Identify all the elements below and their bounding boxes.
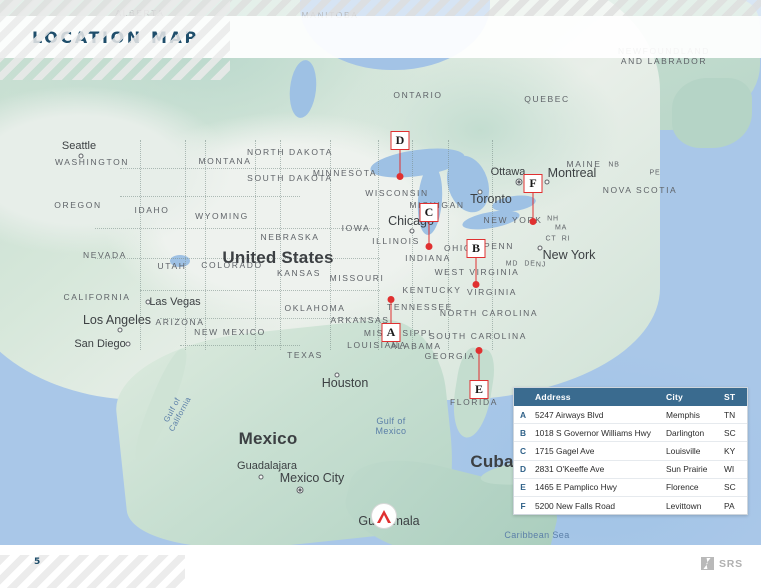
table-cell-city: Memphis <box>663 406 721 425</box>
marker-label-b: B <box>466 239 486 258</box>
state-border-v-0 <box>140 140 141 350</box>
table-cell-city: Levittown <box>666 500 702 511</box>
column-header-address: Address <box>532 388 663 406</box>
great-salt-lake <box>170 255 190 267</box>
table-cell-key: B <box>514 423 532 443</box>
state-border-v-9 <box>492 140 493 350</box>
state-border-v-7 <box>412 140 413 350</box>
city-dot-0 <box>78 153 84 159</box>
marker-stem-b <box>475 258 477 282</box>
city-dot-3 <box>125 341 131 347</box>
table-cell-st: PA <box>724 500 735 511</box>
map-marker-f[interactable]: F <box>523 174 543 225</box>
marker-dot-a <box>387 296 395 303</box>
address-table[interactable]: Address City ST A 5247 Airways Blvd Memphi… <box>513 387 748 516</box>
city-dot-9 <box>537 245 543 251</box>
map-marker-e[interactable]: E <box>469 347 489 399</box>
state-border-h-4 <box>140 290 380 291</box>
table-cell-address: 2831 O'Keeffe Ave <box>532 460 663 479</box>
marker-dot-c <box>425 243 433 250</box>
marker-label-e: E <box>469 380 489 399</box>
marker-stem-a <box>390 303 392 323</box>
page-title: LOCATION MAP <box>32 27 199 47</box>
page-footer: 5 SRS <box>0 545 761 588</box>
city-dot-1 <box>145 299 151 305</box>
city-dot-7 <box>515 178 523 186</box>
city-dot-5 <box>409 228 415 234</box>
marker-label-d: D <box>390 131 410 150</box>
table-cell-key: D <box>514 460 532 479</box>
table-row[interactable]: C 1715 Gagel Ave Louisville KY <box>514 441 747 461</box>
table-cell-city: Darlington <box>663 423 721 443</box>
table-row[interactable]: A 5247 Airways Blvd Memphis TN <box>514 406 747 425</box>
map-marker-c[interactable]: C <box>419 203 439 250</box>
marker-dot-d <box>396 173 404 180</box>
table-cell-st: SC <box>721 423 747 443</box>
city-dot-11 <box>296 486 304 494</box>
marker-label-a: A <box>381 323 401 342</box>
marker-dot-f <box>529 218 537 225</box>
table-cell-city: Florence <box>663 478 721 497</box>
table-cell-address: 5200 New Falls Road <box>535 500 616 511</box>
table-cell-st: KY <box>721 441 747 461</box>
map-marker-d[interactable]: D <box>390 131 410 180</box>
srs-logo: SRS <box>701 557 743 570</box>
table-row[interactable]: E 1465 E Pamplico Hwy Florence SC <box>514 478 747 497</box>
page-number: 5 <box>34 557 41 567</box>
table-cell-address: 1465 E Pamplico Hwy <box>532 478 663 497</box>
table-row[interactable]: B 1018 S Governor Williams Hwy Darlington S… <box>514 423 747 443</box>
triangle-glyph <box>377 509 391 523</box>
red-triangle-pin-icon[interactable] <box>371 503 397 529</box>
table-cell-key: C <box>514 441 532 461</box>
table-cell-address: 5247 Airways Blvd <box>532 406 663 425</box>
table-cell-address: 1018 S Governor Williams Hwy <box>532 423 663 443</box>
table-cell-city: Sun Prairie <box>663 460 721 479</box>
marker-stem-c <box>428 222 430 244</box>
marker-stem-d <box>399 150 401 174</box>
table-cell-key: A <box>514 406 532 425</box>
city-dot-10 <box>258 474 264 480</box>
table-cell-address: 1715 Gagel Ave <box>532 441 663 461</box>
slide-page: United States Mexico Cuba WASHINGTON OREGON I… <box>0 0 761 588</box>
state-border-h-0 <box>120 168 360 169</box>
state-border-h-5 <box>160 318 380 319</box>
city-dot-4 <box>334 372 340 378</box>
srs-logo-icon <box>701 557 714 570</box>
header-banner: LOCATION MAP <box>0 16 761 58</box>
srs-logo-text: SRS <box>719 557 743 570</box>
marker-dot-e <box>475 347 483 354</box>
state-border-v-8 <box>448 140 449 350</box>
marker-dot-b <box>472 281 480 288</box>
column-header-state: ST <box>721 388 747 406</box>
table-header-row: Address City ST <box>514 388 747 406</box>
marker-stem-e <box>478 354 480 380</box>
state-border-h-1 <box>120 196 300 197</box>
landmass-newfoundland <box>672 78 752 148</box>
decorative-stripes-bottom-left <box>0 555 185 588</box>
map-marker-b[interactable]: B <box>466 239 486 288</box>
city-dot-6 <box>477 189 483 195</box>
marker-label-f: F <box>523 174 543 193</box>
column-header-key <box>514 388 532 406</box>
table-cell-st: TN <box>721 406 747 425</box>
state-border-h-2 <box>95 228 380 229</box>
decorative-stripe-band <box>0 0 761 16</box>
table-row[interactable]: F 5200 New Falls Road Levittown PA <box>514 496 747 514</box>
marker-label-c: C <box>419 203 439 222</box>
city-dot-8 <box>544 179 550 185</box>
table-cell-st: SC <box>721 478 747 497</box>
table-cell-st: WI <box>721 460 747 479</box>
column-header-city: City <box>663 388 721 406</box>
table-row[interactable]: D 2831 O'Keeffe Ave Sun Prairie WI <box>514 460 747 479</box>
map-marker-a[interactable]: A <box>381 296 401 342</box>
city-dot-2 <box>117 327 123 333</box>
state-border-h-6 <box>180 345 300 346</box>
table-cell-city: Louisville <box>663 441 721 461</box>
marker-stem-f <box>532 193 534 219</box>
table-cell-key: E <box>514 478 532 497</box>
state-border-h-3 <box>95 258 380 259</box>
table-cell-key: F <box>520 500 526 511</box>
